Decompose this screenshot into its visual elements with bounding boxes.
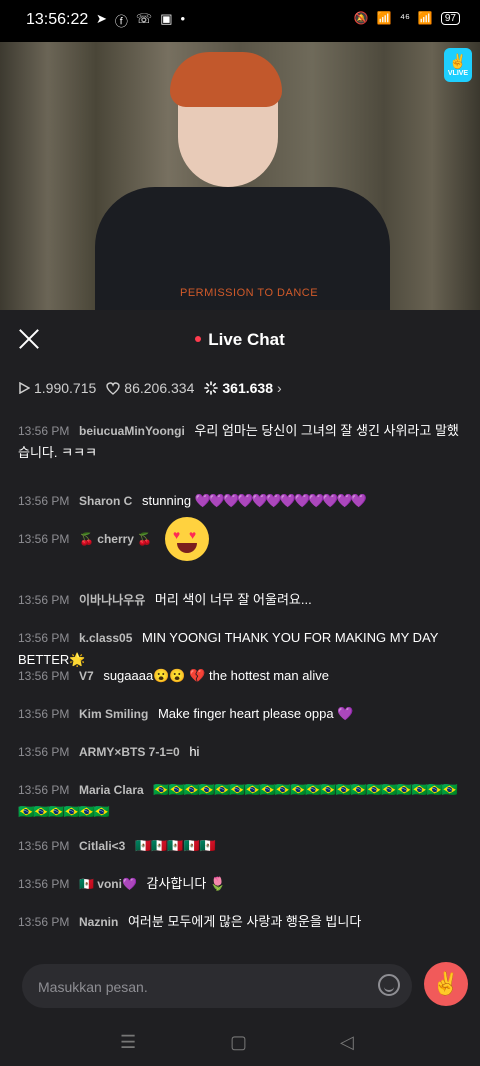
notification-icons: ➤ ⓕ ☏ ▣ • xyxy=(96,11,185,30)
heart-icon xyxy=(106,381,120,395)
live-video[interactable]: PERMISSION TO DANCE ✌ VLIVE xyxy=(0,42,480,310)
message-row: 13:56 PM 이바나나우유 머리 색이 너무 잘 어울려요... xyxy=(18,589,463,611)
message-user[interactable]: V7 xyxy=(79,669,94,683)
message-input-bar: ✌ xyxy=(0,956,480,1020)
app-icon: ▣ xyxy=(160,11,173,26)
message-user[interactable]: Citlali<3 xyxy=(79,839,125,853)
message-row: 13:56 PM Kim Smiling Make finger heart p… xyxy=(18,703,463,725)
message-text: Make finger heart please oppa 💜 xyxy=(157,706,354,721)
battery-icon: 97 xyxy=(440,11,460,25)
status-bar: 13:56:22 ➤ ⓕ ☏ ▣ • 🔕 📶 ⁴⁶ 📶 97 xyxy=(0,0,480,42)
live-dot-icon xyxy=(195,335,202,342)
message-text: stunning xyxy=(141,493,192,508)
message-time: 13:56 PM xyxy=(18,494,70,508)
message-text: 머리 색이 너무 잘 어울려요... xyxy=(154,592,312,607)
heart-eye-icon: ♥ xyxy=(173,528,181,542)
system-nav-bar: ☰ ▢ ◁ xyxy=(0,1020,480,1066)
message-text: hi xyxy=(189,744,200,759)
message-text: 감사합니다 🌷 xyxy=(146,876,227,891)
call-icon: ☏ xyxy=(135,11,153,26)
system-icons: 🔕 📶 ⁴⁶ 📶 97 xyxy=(354,11,460,25)
message-user[interactable]: 🇲🇽 voni💜 xyxy=(79,877,137,891)
network-type-icon: ⁴⁶ xyxy=(399,11,410,25)
message-user[interactable]: Maria Clara xyxy=(79,783,144,797)
message-text: 여러분 모두에게 많은 사랑과 행운을 빕니다 xyxy=(127,914,362,929)
message-time: 13:56 PM xyxy=(18,532,70,546)
message-row: 13:56 PM Citlali<3 🇲🇽🇲🇽🇲🇽🇲🇽🇲🇽 xyxy=(18,835,463,857)
message-time: 13:56 PM xyxy=(18,669,70,683)
viewers-count: 361.638 xyxy=(222,380,273,396)
signal-icon-2: 📶 xyxy=(417,11,433,25)
plays-count: 1.990.715 xyxy=(34,380,97,396)
plays-stat: 1.990.715 xyxy=(18,380,96,396)
chevron-right-icon: › xyxy=(276,380,282,396)
message-time: 13:56 PM xyxy=(18,631,70,645)
message-time: 13:56 PM xyxy=(18,839,70,853)
status-time: 13:56:22 xyxy=(26,11,89,28)
person-hair xyxy=(170,52,282,107)
vlive-logo: ✌ VLIVE xyxy=(444,48,472,82)
vlive-logo-text: VLIVE xyxy=(447,70,469,77)
chat-title-text: Live Chat xyxy=(208,330,285,349)
message-time: 13:56 PM xyxy=(18,783,70,797)
message-user[interactable]: Sharon C xyxy=(79,494,132,508)
message-time: 13:56 PM xyxy=(18,877,70,891)
finger-heart-button[interactable]: ✌ xyxy=(424,962,468,1006)
message-user[interactable]: k.class05 xyxy=(79,631,132,645)
heart-eye-icon: ♥ xyxy=(189,528,197,542)
stats-row[interactable]: 1.990.715 86.206.334 361.638 › xyxy=(18,380,282,396)
message-row: 13:56 PM beiucuaMinYoongi 우리 엄마는 당신이 그녀의… xyxy=(18,420,463,464)
message-row: 13:56 PM ARMY×BTS 7-1=0 hi xyxy=(18,741,463,763)
message-row: 13:56 PM Sharon C stunning 💜💜💜💜💜💜💜💜💜💜💜💜 xyxy=(18,490,463,512)
message-input-container[interactable] xyxy=(22,964,412,1010)
message-user[interactable]: ARMY×BTS 7-1=0 xyxy=(79,745,180,759)
smile-mouth xyxy=(177,543,197,553)
viewers-stat: 361.638 › xyxy=(204,380,282,396)
mute-icon: 🔕 xyxy=(353,11,369,25)
finger-heart-icon: ✌ xyxy=(432,971,460,996)
message-time: 13:56 PM xyxy=(18,745,70,759)
message-user[interactable]: beiucuaMinYoongi xyxy=(79,424,185,438)
message-user[interactable]: 이바나나우유 xyxy=(79,593,145,607)
back-icon[interactable]: ◁ xyxy=(340,1032,354,1053)
recent-apps-icon[interactable]: ☰ xyxy=(120,1032,136,1053)
facebook-icon: ⓕ xyxy=(114,14,128,29)
likes-stat: 86.206.334 xyxy=(106,380,194,396)
purple-hearts: 💜💜💜💜💜💜💜💜💜💜💜💜 xyxy=(194,493,367,508)
likes-count: 86.206.334 xyxy=(124,380,195,396)
message-time: 13:56 PM xyxy=(18,593,70,607)
loading-viewers-icon xyxy=(204,381,219,395)
chat-title: Live Chat xyxy=(0,330,480,350)
v-hand-icon: ✌ xyxy=(449,53,467,69)
message-list[interactable]: 13:56 PM beiucuaMinYoongi 우리 엄마는 당신이 그녀의… xyxy=(0,402,480,956)
message-user[interactable]: Kim Smiling xyxy=(79,707,148,721)
message-row: 13:56 PM 🍒 cherry 🍒 xyxy=(18,528,463,550)
message-text: sugaaaa😮😮 💔 the hottest man alive xyxy=(103,668,329,683)
telegram-icon: ➤ xyxy=(96,11,107,26)
message-input[interactable] xyxy=(36,964,360,1010)
message-user[interactable]: 🍒 cherry 🍒 xyxy=(79,532,152,546)
message-row: 13:56 PM Maria Clara 🇧🇷🇧🇷🇧🇷🇧🇷🇧🇷🇧🇷🇧🇷🇧🇷🇧🇷🇧… xyxy=(18,779,463,823)
play-icon xyxy=(19,382,30,394)
message-row: 13:56 PM V7 sugaaaa😮😮 💔 the hottest man … xyxy=(18,665,463,687)
emoji-icon[interactable] xyxy=(378,974,400,996)
message-text: 🇲🇽🇲🇽🇲🇽🇲🇽🇲🇽 xyxy=(134,838,216,853)
signal-icon: 📶 xyxy=(376,11,392,25)
message-time: 13:56 PM xyxy=(18,424,70,438)
heart-eyes-sticker: ♥ ♥ xyxy=(165,517,209,561)
message-row: 13:56 PM 🇲🇽 voni💜 감사합니다 🌷 xyxy=(18,873,463,895)
chat-header: Live Chat xyxy=(0,310,480,370)
more-notifications-icon: • xyxy=(180,11,186,26)
message-time: 13:56 PM xyxy=(18,707,70,721)
shirt-text: PERMISSION TO DANCE xyxy=(180,287,319,299)
message-user[interactable]: Naznin xyxy=(79,915,118,929)
home-icon[interactable]: ▢ xyxy=(230,1032,247,1053)
chat-panel: Live Chat 1.990.715 86.206.334 361.638 ›… xyxy=(0,310,480,956)
message-row: 13:56 PM Naznin 여러분 모두에게 많은 사랑과 행운을 빕니다 xyxy=(18,911,463,933)
message-time: 13:56 PM xyxy=(18,915,70,929)
